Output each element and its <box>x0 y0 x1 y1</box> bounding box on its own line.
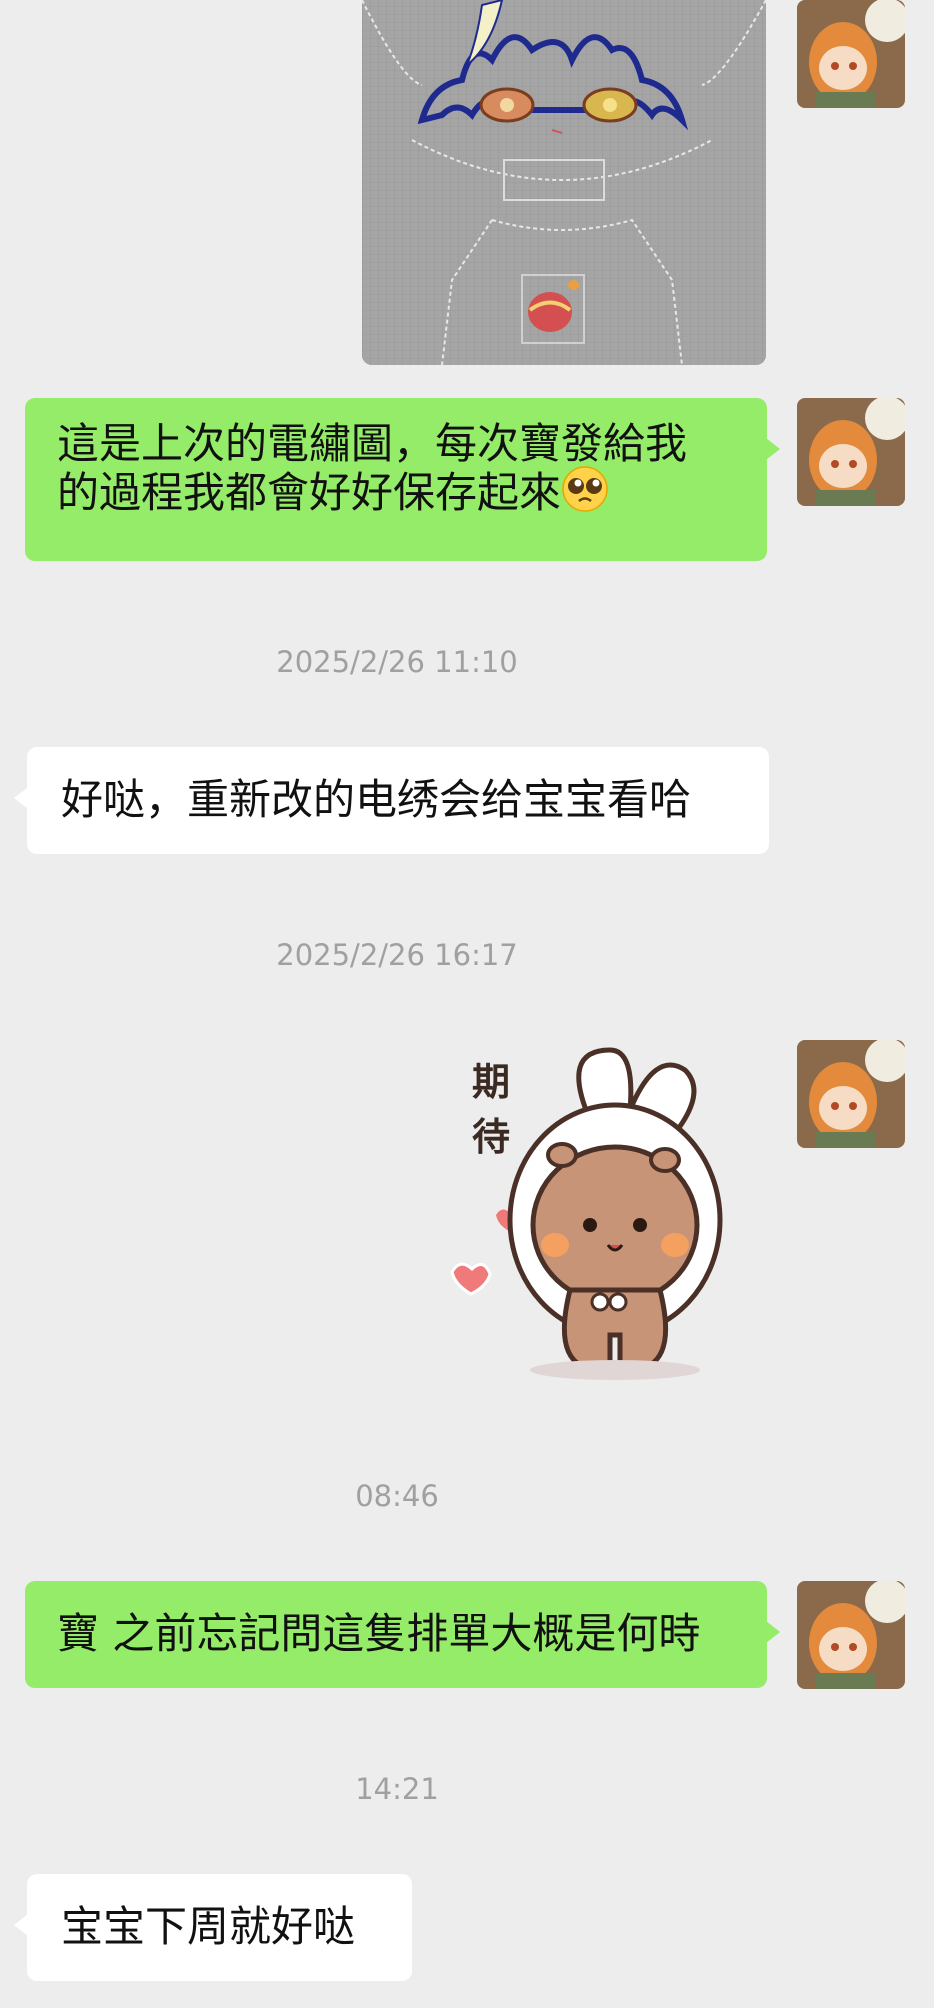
self-avatar[interactable] <box>797 0 905 108</box>
self-avatar[interactable] <box>797 1581 905 1689</box>
message-text-line: 的過程我都會好好保存起來 <box>57 465 735 522</box>
self-avatar[interactable] <box>797 1040 905 1148</box>
message-text-fragment: 的過程我都會好好保存起來 <box>57 468 562 517</box>
message-text: 好哒，重新改的电绣会给宝宝看哈 <box>61 775 692 824</box>
message-text: 宝宝下周就好哒 <box>61 1902 356 1951</box>
timestamp: 2025/2/26 11:10 <box>276 645 518 679</box>
sticker-caption-char: 待 <box>472 1115 510 1159</box>
sticker-caption-char: 期 <box>472 1060 510 1104</box>
avatar-image <box>797 398 905 506</box>
avatar-image <box>797 1581 905 1689</box>
message-text: 寶 之前忘記問這隻排單大概是何時 <box>57 1609 701 1658</box>
outgoing-message-bubble[interactable]: 寶 之前忘記問這隻排單大概是何時 <box>25 1581 780 1688</box>
incoming-message-bubble[interactable]: 好哒，重新改的电绣会给宝宝看哈 <box>14 747 769 854</box>
avatar-image <box>797 1040 905 1148</box>
avatar-image <box>797 0 905 108</box>
timestamp: 14:21 <box>355 1772 439 1806</box>
pleading-face-emoji <box>561 465 609 522</box>
message-text-line: 這是上次的電繡圖，每次寶發給我 <box>57 419 688 468</box>
timestamp: 2025/2/26 16:17 <box>276 938 518 972</box>
self-avatar[interactable] <box>797 398 905 506</box>
embroidery-image-message[interactable] <box>362 0 766 365</box>
sticker-message[interactable]: 期 待 <box>440 1040 770 1380</box>
embroidery-design-image <box>362 0 766 365</box>
outgoing-message-bubble[interactable]: 這是上次的電繡圖，每次寶發給我 的過程我都會好好保存起來 <box>25 398 780 561</box>
bear-sticker-image: 期 待 <box>450 1047 723 1380</box>
timestamp: 08:46 <box>355 1479 439 1513</box>
chat-screen: 這是上次的電繡圖，每次寶發給我 的過程我都會好好保存起來 2025/2/26 1… <box>0 0 934 2008</box>
incoming-message-bubble[interactable]: 宝宝下周就好哒 <box>14 1874 412 1981</box>
